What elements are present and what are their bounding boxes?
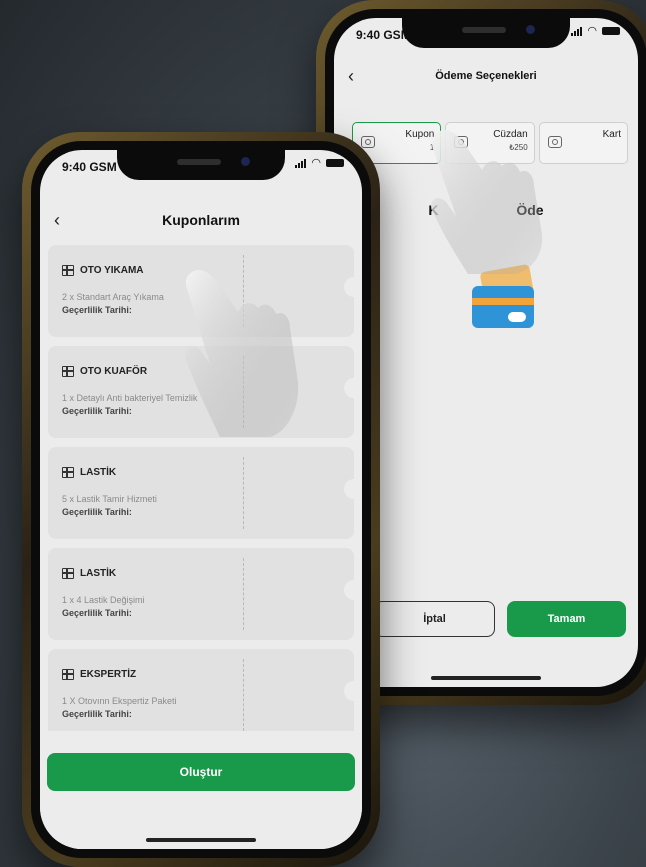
coupon-description: 1 X Otovınn Ekspertiz Paketi	[62, 696, 177, 706]
tab-value: ₺250	[509, 143, 528, 152]
wallet-icon	[454, 136, 469, 148]
battery-icon	[602, 27, 620, 35]
create-button[interactable]: Oluştur	[47, 753, 355, 791]
coupon-title: EKSPERTİZ	[80, 669, 137, 680]
coupon-validity: Geçerlilik Tarihi:	[62, 709, 132, 719]
credit-card-illustration	[472, 286, 534, 328]
coupons-screen: 9:40 GSM ◠ ‹ Kuponlarım OTO YIKAMA 2 x S…	[40, 150, 362, 849]
coupon-validity: Geçerlilik Tarihi:	[62, 608, 132, 618]
wifi-icon: ◠	[311, 157, 321, 169]
phone-notch	[402, 18, 570, 48]
coupon-card[interactable]: LASTİK 5 x Lastik Tamir Hizmeti Geçerlil…	[48, 447, 362, 539]
status-time: 9:40 GSM	[62, 160, 117, 174]
gift-icon	[62, 265, 74, 276]
gift-icon	[62, 467, 74, 478]
coupon-card[interactable]: OTO YIKAMA 2 x Standart Araç Yıkama Geçe…	[48, 245, 362, 337]
home-indicator	[431, 676, 541, 680]
signal-icon	[571, 26, 583, 36]
page-title: Ödeme Seçenekleri	[435, 70, 537, 82]
signal-icon	[295, 158, 307, 168]
coupon-icon	[361, 136, 375, 148]
page-title: Kuponlarım	[162, 212, 240, 228]
phone-notch	[117, 150, 285, 180]
tab-label: Kupon	[405, 129, 435, 140]
coupon-validity: Geçerlilik Tarihi:	[62, 305, 132, 315]
heading-right: Öde	[516, 202, 544, 218]
cancel-button[interactable]: İptal	[374, 601, 495, 637]
gift-icon	[62, 669, 74, 680]
coupon-description: 2 x Standart Araç Yıkama	[62, 292, 164, 302]
card-icon	[547, 136, 562, 148]
payment-tabs: Kupon 1 Cüzdan ₺250 Kart	[352, 122, 628, 164]
battery-icon	[326, 159, 344, 167]
tab-label: Kart	[602, 129, 621, 140]
coupon-description: 5 x Lastik Tamir Hizmeti	[62, 494, 157, 504]
coupon-validity: Geçerlilik Tarihi:	[62, 507, 132, 517]
heading-left: K	[428, 202, 439, 218]
header: ‹ Kuponlarım	[40, 206, 362, 236]
gift-icon	[62, 568, 74, 579]
coupon-card[interactable]: OTO KUAFÖR 1 x Detaylı Anti bakteriyel T…	[48, 346, 362, 438]
tab-wallet[interactable]: Cüzdan ₺250	[445, 122, 535, 164]
coupon-card[interactable]: EKSPERTİZ 1 X Otovınn Ekspertiz Paketi G…	[48, 649, 362, 741]
tab-label: Cüzdan	[493, 129, 528, 140]
home-indicator	[146, 838, 256, 842]
wifi-icon: ◠	[587, 25, 597, 37]
action-buttons: İptal Tamam	[374, 601, 626, 637]
coupon-title: LASTİK	[80, 467, 117, 478]
bottom-bar: Oluştur	[40, 731, 362, 849]
front-phone: 9:40 GSM ◠ ‹ Kuponlarım OTO YIKAMA 2 x S…	[22, 132, 380, 867]
coupon-validity: Geçerlilik Tarihi:	[62, 406, 132, 416]
status-icons: ◠	[571, 25, 620, 37]
coupon-description: 1 x 4 Lastik Değişimi	[62, 595, 145, 605]
gift-icon	[62, 366, 74, 377]
coupon-card[interactable]: LASTİK 1 x 4 Lastik Değişimi Geçerlilik …	[48, 548, 362, 640]
coupon-list: OTO YIKAMA 2 x Standart Araç Yıkama Geçe…	[48, 245, 362, 789]
coupon-title: OTO KUAFÖR	[80, 366, 148, 377]
ok-button[interactable]: Tamam	[507, 601, 626, 637]
coupon-title: OTO YIKAMA	[80, 265, 144, 276]
header: ‹ Ödeme Seçenekleri	[334, 62, 638, 92]
tab-card[interactable]: Kart	[538, 122, 628, 164]
coupon-title: LASTİK	[80, 568, 117, 579]
status-icons: ◠	[295, 157, 344, 169]
coupon-description: 1 x Detaylı Anti bakteriyel Temizlik	[62, 393, 198, 403]
tab-value: 1	[429, 143, 435, 152]
